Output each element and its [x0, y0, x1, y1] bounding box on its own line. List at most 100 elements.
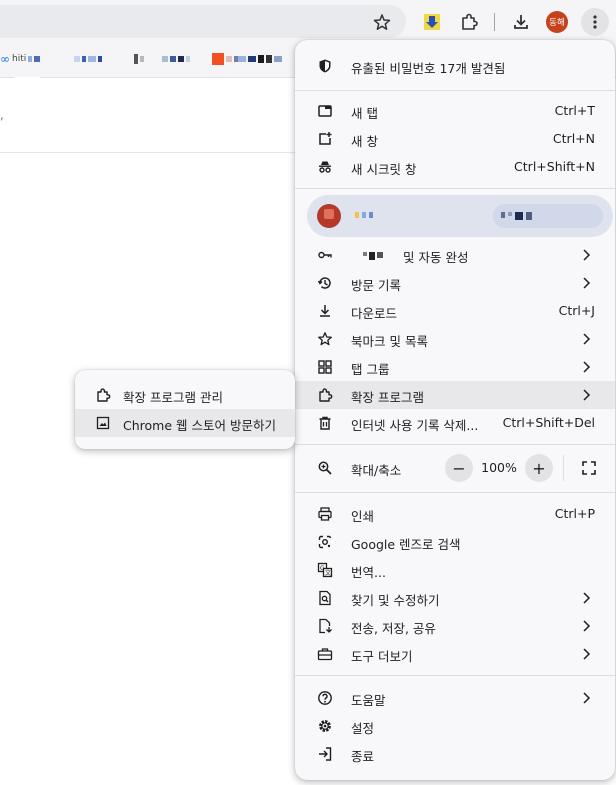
google-lens-item[interactable]: Google 렌즈로 검색: [295, 528, 615, 556]
print-icon: [317, 506, 333, 522]
page-divider: [0, 152, 300, 153]
profile-avatar: [317, 204, 341, 228]
download-icon: [514, 15, 528, 29]
chevron-right-icon: [583, 620, 591, 632]
passwords-autofill-item[interactable]: 및 자동 완성: [295, 241, 615, 269]
manage-extensions-item[interactable]: 확장 프로그램 관리: [75, 381, 295, 409]
zoom-in-button[interactable]: +: [525, 454, 553, 482]
chevron-right-icon: [583, 592, 591, 604]
new-window-item[interactable]: 새 창 Ctrl+N: [295, 125, 615, 153]
shield-icon: [317, 58, 333, 74]
svg-text:文: 文: [325, 569, 331, 577]
translate-item[interactable]: G文 번역...: [295, 556, 615, 584]
history-label: 방문 기록: [351, 278, 401, 293]
cast-save-share-label: 전송, 저장, 공유: [351, 621, 436, 636]
help-item[interactable]: 도움말: [295, 684, 615, 712]
downloads-item[interactable]: 다운로드 Ctrl+J: [295, 297, 615, 325]
download-icon: [317, 303, 333, 319]
zoom-divider: [563, 455, 564, 481]
lens-icon: [317, 534, 333, 550]
menu-button[interactable]: [581, 8, 609, 36]
profile-name-blurred: [355, 212, 373, 218]
toolbox-icon: [317, 646, 333, 662]
zoom-out-button[interactable]: −: [445, 454, 473, 482]
fullscreen-button[interactable]: [575, 454, 603, 482]
new-tab-item[interactable]: 새 탭 Ctrl+T: [295, 97, 615, 125]
bookmark-label: hiti: [12, 54, 27, 64]
bookmark-item[interactable]: [238, 52, 282, 66]
more-tools-label: 도구 더보기: [351, 649, 413, 664]
passwords-autofill-label: 및 자동 완성: [403, 250, 469, 265]
bookmarks-lists-label: 북마크 및 목록: [351, 334, 428, 349]
settings-label: 설정: [351, 721, 375, 736]
clear-browsing-data-item[interactable]: 인터넷 사용 기록 삭제... Ctrl+Shift+Del: [295, 409, 615, 437]
find-edit-item[interactable]: 찾기 및 수정하기: [295, 584, 615, 612]
bookmarks-lists-item[interactable]: 북마크 및 목록: [295, 325, 615, 353]
zoom-level: 100%: [481, 460, 517, 475]
extensions-submenu: 확장 프로그램 관리 Chrome 웹 스토어 방문하기: [75, 370, 295, 449]
incognito-shortcut: Ctrl+Shift+N: [514, 159, 595, 174]
print-item[interactable]: 인쇄 Ctrl+P: [295, 500, 615, 528]
more-tools-item[interactable]: 도구 더보기: [295, 640, 615, 668]
translate-icon: G文: [317, 562, 333, 578]
exit-item[interactable]: 종료: [295, 740, 615, 768]
avatar-initials: 동해: [549, 18, 565, 28]
puzzle-icon: [95, 387, 111, 403]
chrome-main-menu: 유출된 비밀번호 17개 발견됨 새 탭 Ctrl+T 새 창 Ctrl+N 새…: [295, 40, 615, 780]
bookmark-item[interactable]: [134, 52, 144, 66]
history-item[interactable]: 방문 기록: [295, 269, 615, 297]
grid-icon: [317, 359, 333, 375]
new-window-shortcut: Ctrl+N: [552, 131, 595, 146]
minus-icon: −: [452, 458, 466, 478]
profile-avatar-button[interactable]: 동해: [546, 11, 568, 33]
find-edit-label: 찾기 및 수정하기: [351, 593, 440, 608]
extensions-button[interactable]: [455, 8, 483, 36]
bookmark-item[interactable]: [74, 52, 102, 66]
chevron-right-icon: [583, 692, 591, 704]
bookmark-item[interactable]: [212, 52, 240, 66]
incognito-item[interactable]: 새 시크릿 창 Ctrl+Shift+N: [295, 153, 615, 181]
browser-toolbar: 동해: [0, 0, 616, 42]
leaked-passwords-label: 유출된 비밀번호 17개 발견됨: [351, 61, 506, 76]
downloads-label: 다운로드: [351, 306, 398, 321]
profile-chip[interactable]: [307, 195, 613, 237]
bookmark-item[interactable]: ∞ hiti: [0, 52, 41, 66]
extension-download-icon: [424, 14, 440, 30]
blurred-text: [28, 56, 33, 62]
zoom-label: 확대/축소: [351, 463, 402, 478]
toolbar-divider: [494, 13, 495, 31]
clear-browsing-data-label: 인터넷 사용 기록 삭제...: [351, 418, 479, 433]
zoom-controls: − 100% +: [445, 453, 553, 483]
key-icon: [317, 247, 333, 263]
puzzle-icon: [462, 13, 478, 30]
extensions-item[interactable]: 확장 프로그램: [295, 381, 615, 409]
print-label: 인쇄: [351, 509, 375, 524]
menu-divider: [295, 444, 615, 445]
downloads-button[interactable]: [507, 8, 535, 36]
exit-label: 종료: [351, 749, 375, 764]
puzzle-icon: [317, 387, 333, 403]
extension-download-button[interactable]: [418, 8, 446, 36]
trash-icon: [317, 415, 333, 431]
chevron-right-icon: [583, 389, 591, 401]
incognito-icon: [317, 159, 333, 175]
chevron-right-icon: [583, 249, 591, 261]
chrome-web-store-item[interactable]: Chrome 웹 스토어 방문하기: [75, 409, 295, 437]
menu-divider: [295, 188, 615, 189]
incognito-label: 새 시크릿 창: [351, 162, 417, 177]
bookmark-star-button[interactable]: [369, 9, 395, 35]
settings-item[interactable]: 설정: [295, 712, 615, 740]
new-tab-shortcut: Ctrl+T: [554, 103, 595, 118]
google-lens-label: Google 렌즈로 검색: [351, 537, 461, 552]
tab-groups-item[interactable]: 탭 그룹: [295, 353, 615, 381]
manage-extensions-label: 확장 프로그램 관리: [123, 390, 223, 405]
address-bar[interactable]: [0, 5, 406, 38]
plus-icon: +: [532, 458, 546, 478]
tab-groups-label: 탭 그룹: [351, 362, 390, 377]
profile-account-blurred: [493, 204, 603, 228]
cast-save-share-item[interactable]: 전송, 저장, 공유: [295, 612, 615, 640]
bookmark-item[interactable]: [162, 52, 190, 66]
chevron-right-icon: [583, 333, 591, 345]
leaked-passwords-item[interactable]: 유출된 비밀번호 17개 발견됨: [295, 52, 615, 80]
menu-divider: [295, 90, 615, 91]
